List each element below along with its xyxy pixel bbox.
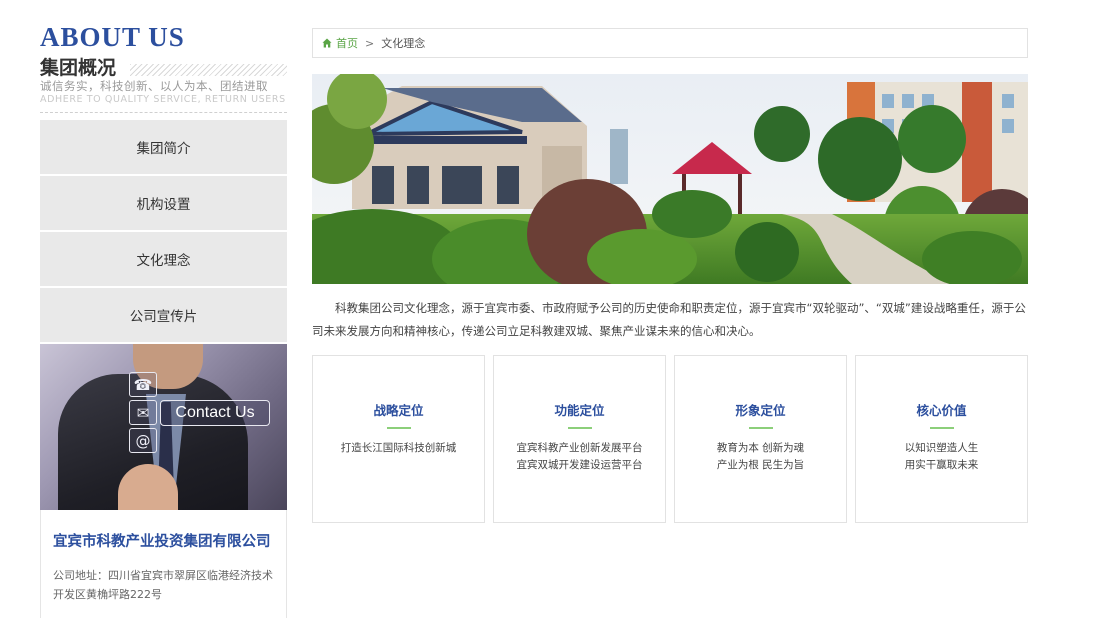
card-core-value: 核心价值 以知识塑造人生 用实干赢取未来: [855, 355, 1028, 523]
card-description: 宜宾科教产业创新发展平台 宜宾双城开发建设运营平台: [516, 442, 643, 471]
sidebar: ABOUT US 集团概况 诚信务实，科技创新、以人为本、团结进取 ADHERE…: [40, 0, 287, 618]
card-image: 形象定位 教育为本 创新为魂 产业为根 民生为旨: [674, 355, 847, 523]
breadcrumb-home-link[interactable]: 首页: [336, 35, 358, 51]
breadcrumb-current: 文化理念: [381, 37, 426, 50]
card-strategy: 战略定位 打造长江国际科技创新城: [312, 355, 485, 523]
card-underline: [929, 427, 954, 429]
card-title: 功能定位: [554, 403, 605, 418]
slogan-english: ADHERE TO QUALITY SERVICE, RETURN USERS: [40, 94, 286, 105]
about-title: ABOUT US: [40, 22, 185, 52]
company-address: 公司地址：四川省宜宾市翠屏区临港经济技术开发区黄桷坪路222号: [53, 569, 273, 601]
contact-banner[interactable]: ☎ ✉ @ Contact Us: [40, 344, 287, 510]
card-title: 战略定位: [373, 403, 424, 418]
culture-cards: 战略定位 打造长江国际科技创新城 功能定位 宜宾科教产业创新发展平台 宜宾双城开…: [312, 355, 1028, 523]
mail-icon: ✉: [129, 400, 157, 425]
page: ABOUT US 集团概况 诚信务实，科技创新、以人为本、团结进取 ADHERE…: [0, 0, 1100, 618]
sidebar-item-video[interactable]: 公司宣传片: [40, 288, 287, 342]
card-underline: [748, 427, 773, 429]
at-icon: @: [129, 428, 157, 453]
dotted-divider: [40, 112, 287, 113]
card-title: 核心价值: [916, 403, 967, 418]
sidebar-item-intro[interactable]: 集团简介: [40, 120, 287, 174]
sidebar-item-structure[interactable]: 机构设置: [40, 176, 287, 230]
card-title: 形象定位: [735, 403, 786, 418]
card-underline: [567, 427, 592, 429]
sidebar-item-culture[interactable]: 文化理念: [40, 232, 287, 286]
card-description: 教育为本 创新为魂 产业为根 民生为旨: [716, 442, 805, 471]
garden-scene: [312, 74, 1028, 284]
card-function: 功能定位 宜宾科教产业创新发展平台 宜宾双城开发建设运营平台: [493, 355, 666, 523]
slogan-chinese: 诚信务实，科技创新、以人为本、团结进取: [40, 79, 268, 93]
breadcrumb: 首页 > 文化理念: [312, 28, 1028, 58]
breadcrumb-separator: >: [365, 36, 375, 50]
card-description: 打造长江国际科技创新城: [340, 442, 457, 454]
card-description: 以知识塑造人生 用实干赢取未来: [904, 442, 979, 471]
contact-us-button[interactable]: Contact Us: [160, 400, 270, 426]
company-info: 宜宾市科教产业投资集团有限公司 公司地址：四川省宜宾市翠屏区临港经济技术开发区黄…: [40, 510, 287, 618]
hatch-decoration: [130, 64, 287, 76]
sidebar-menu: 集团简介 机构设置 文化理念 公司宣传片: [40, 120, 287, 344]
home-icon: [322, 38, 332, 48]
intro-paragraph: 科教集团公司文化理念，源于宜宾市委、市政府赋予公司的历史使命和职责定位，源于宜宾…: [312, 301, 1026, 338]
garden-banner-image: [312, 74, 1028, 284]
group-title: 集团概况: [40, 57, 117, 79]
company-name: 宜宾市科教产业投资集团有限公司: [53, 534, 271, 550]
card-underline: [386, 427, 411, 429]
phone-icon: ☎: [129, 372, 157, 397]
